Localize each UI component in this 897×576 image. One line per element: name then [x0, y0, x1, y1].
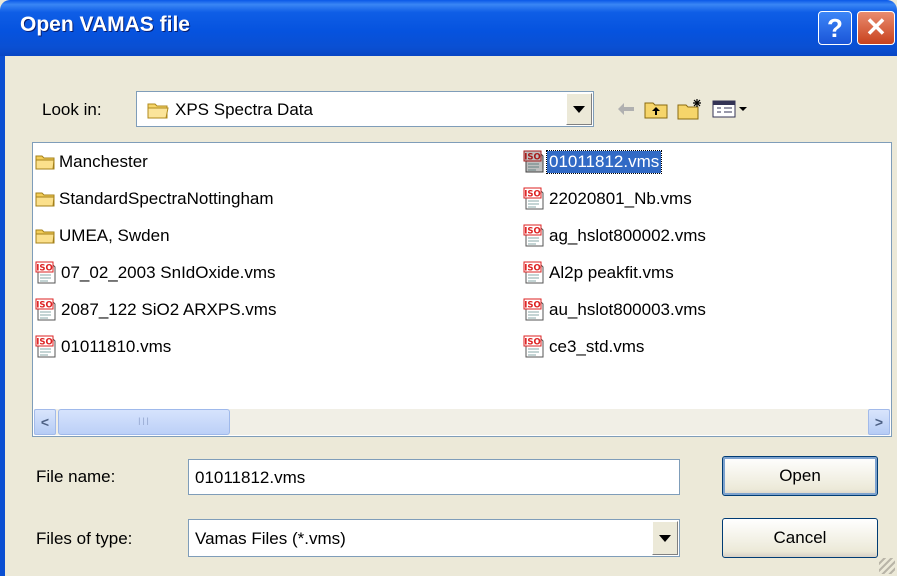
iso-file-icon: ISO	[523, 187, 544, 210]
help-button[interactable]: ?	[818, 11, 852, 45]
file-item[interactable]: ISO 07_02_2003 SnIdOxide.vms	[35, 260, 278, 286]
file-name: StandardSpectraNottingham	[59, 189, 274, 208]
title-bar[interactable]: Open VAMAS file ? ✕	[0, 0, 897, 56]
file-name: 01011810.vms	[61, 337, 172, 356]
iso-file-icon: ISO	[523, 224, 544, 247]
file-item[interactable]: ISO Al2p peakfit.vms	[523, 260, 676, 286]
svg-text:ISO: ISO	[524, 153, 541, 163]
window-frame	[0, 56, 5, 576]
scroll-thumb[interactable]: III	[58, 409, 230, 435]
iso-file-icon: ISO	[35, 261, 56, 284]
folder-icon	[147, 103, 169, 119]
cancel-button[interactable]: Cancel	[722, 518, 878, 558]
iso-file-icon: ISO	[523, 298, 544, 321]
file-item[interactable]: ISO 01011812.vms	[523, 149, 663, 175]
file-item[interactable]: ISO ag_hslot800002.vms	[523, 223, 708, 249]
new-folder-button[interactable]	[676, 96, 704, 122]
file-name: ce3_std.vms	[549, 337, 645, 356]
horizontal-scrollbar[interactable]: < III >	[34, 409, 890, 435]
svg-text:ISO: ISO	[524, 338, 541, 348]
iso-file-icon: ISO	[35, 298, 56, 321]
back-arrow-icon	[618, 103, 634, 115]
file-name-input[interactable]: 01011812.vms	[188, 459, 680, 495]
look-in-label: Look in:	[42, 100, 102, 119]
svg-text:ISO: ISO	[524, 227, 541, 237]
window-title: Open VAMAS file	[20, 13, 190, 36]
file-type-value: Vamas Files (*.vms)	[195, 529, 346, 548]
file-name: 01011812.vms	[545, 150, 663, 174]
file-name: au_hslot800003.vms	[549, 300, 706, 319]
file-name: 22020801_Nb.vms	[549, 189, 692, 208]
close-button[interactable]: ✕	[857, 11, 895, 45]
svg-text:ISO: ISO	[36, 301, 53, 311]
resize-grip[interactable]	[879, 558, 895, 574]
folder-item[interactable]: Manchester	[35, 149, 150, 175]
file-list[interactable]: Manchester StandardSpectraNottingham UMEA,…	[32, 142, 892, 437]
scroll-right-button[interactable]: >	[868, 409, 890, 435]
folder-item[interactable]: UMEA, Swden	[35, 223, 172, 249]
file-name: Manchester	[59, 152, 148, 171]
svg-text:ISO: ISO	[524, 190, 541, 200]
folder-icon	[35, 229, 55, 244]
file-name: Al2p peakfit.vms	[549, 263, 674, 282]
svg-text:ISO: ISO	[36, 338, 53, 348]
folder-item[interactable]: StandardSpectraNottingham	[35, 186, 276, 212]
file-name: ag_hslot800002.vms	[549, 226, 706, 245]
iso-file-icon: ISO	[523, 335, 544, 358]
look-in-value: XPS Spectra Data	[175, 100, 313, 119]
look-in-dropdown[interactable]: XPS Spectra Data	[136, 91, 594, 127]
svg-text:ISO: ISO	[524, 301, 541, 311]
file-item[interactable]: ISO 22020801_Nb.vms	[523, 186, 694, 212]
file-item[interactable]: ISO au_hslot800003.vms	[523, 297, 708, 323]
file-name: 2087_122 SiO2 ARXPS.vms	[61, 300, 277, 319]
file-item[interactable]: ISO 01011810.vms	[35, 334, 173, 360]
file-type-dropdown-arrow[interactable]	[652, 521, 678, 555]
file-type-label: Files of type:	[36, 529, 133, 548]
view-menu-icon	[712, 100, 747, 118]
iso-file-icon: ISO	[35, 335, 56, 358]
file-name: UMEA, Swden	[59, 226, 170, 245]
new-folder-icon	[677, 99, 701, 120]
file-type-dropdown[interactable]: Vamas Files (*.vms)	[188, 519, 680, 557]
back-button[interactable]	[612, 96, 640, 122]
folder-icon	[35, 192, 55, 207]
iso-file-icon: ISO	[523, 150, 544, 173]
file-item[interactable]: ISO ce3_std.vms	[523, 334, 646, 360]
file-item[interactable]: ISO 2087_122 SiO2 ARXPS.vms	[35, 297, 278, 323]
svg-text:ISO: ISO	[36, 264, 53, 274]
up-one-level-button[interactable]	[642, 96, 670, 122]
up-folder-icon	[644, 102, 668, 119]
view-menu-button[interactable]	[710, 96, 750, 122]
look-in-dropdown-arrow[interactable]	[566, 93, 592, 125]
file-name-label: File name:	[36, 467, 116, 486]
folder-icon	[35, 155, 55, 170]
iso-file-icon: ISO	[523, 261, 544, 284]
svg-text:ISO: ISO	[524, 264, 541, 274]
scroll-left-button[interactable]: <	[34, 409, 56, 435]
file-name: 07_02_2003 SnIdOxide.vms	[61, 263, 276, 282]
open-button[interactable]: Open	[722, 456, 878, 496]
